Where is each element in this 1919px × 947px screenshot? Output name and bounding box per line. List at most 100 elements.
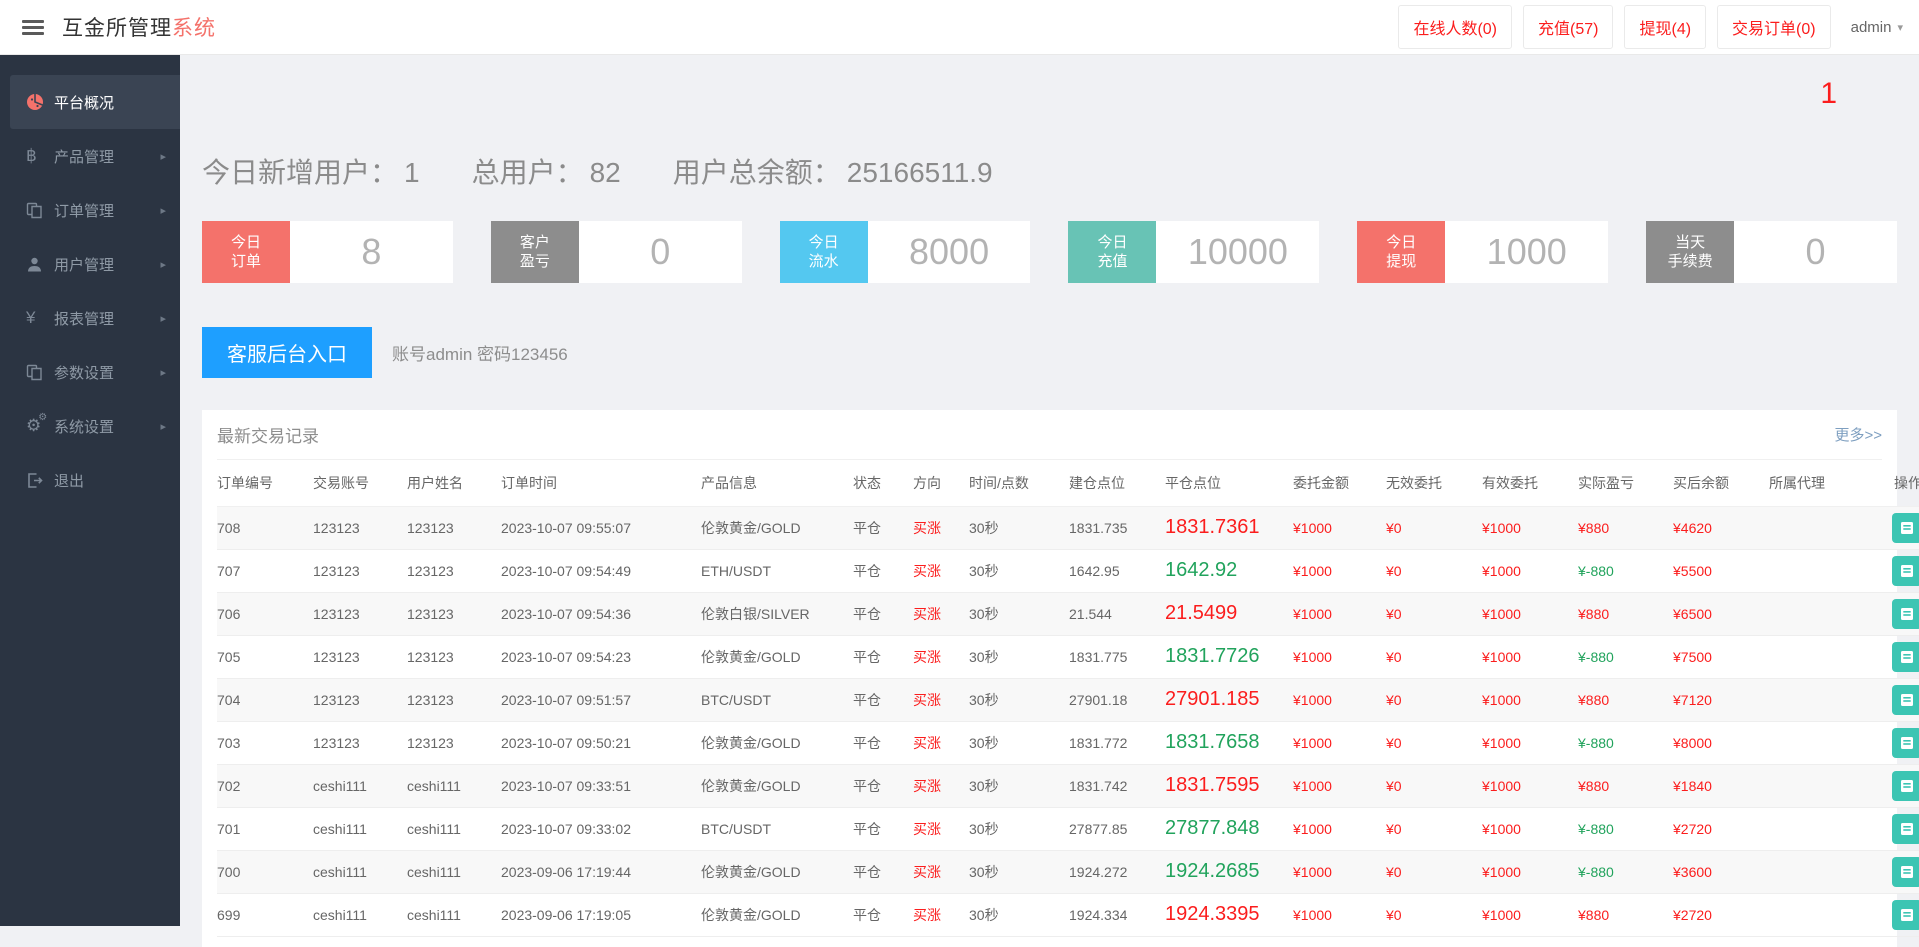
sidebar-item-7[interactable]: 退出	[0, 453, 180, 507]
order-detail-button[interactable]	[1892, 900, 1919, 930]
order-detail-button[interactable]	[1892, 857, 1919, 887]
cell-post-balance: ¥2720	[1673, 893, 1769, 936]
topbar-button-2[interactable]: 提现(4)	[1624, 5, 1706, 49]
cell-post-balance: ¥3600	[1673, 850, 1769, 893]
sidebar-item-3[interactable]: 用户管理▸	[0, 237, 180, 291]
sidebar-item-4[interactable]: ¥报表管理▸	[0, 291, 180, 345]
column-header-11: 无效委托	[1386, 460, 1482, 506]
latest-trades-panel: 最新交易记录 更多>> 订单编号交易账号用户姓名订单时间产品信息状态方向时间/点…	[202, 410, 1897, 947]
params-icon	[26, 364, 54, 381]
form-icon	[1899, 606, 1915, 622]
logout-icon	[26, 472, 54, 489]
bitcoin-icon: ฿	[26, 146, 54, 166]
chevron-right-icon: ▸	[160, 312, 166, 325]
cell-status: 平仓	[853, 678, 913, 721]
cell-post-balance: ¥7500	[1673, 635, 1769, 678]
sidebar-item-label: 平台概况	[54, 92, 114, 113]
cell-invalid-entrust: ¥0	[1386, 549, 1482, 592]
admin-dropdown[interactable]: admin ▾	[1851, 19, 1903, 36]
stat-card-label: 今日流水	[780, 221, 868, 283]
chevron-right-icon: ▸	[160, 150, 166, 163]
cell-actual-profit: ¥880	[1578, 506, 1673, 549]
cell-trade-account: ceshi111	[313, 850, 407, 893]
service-backend-button[interactable]: 客服后台入口	[202, 327, 372, 378]
cell-entrust-amount: ¥1000	[1293, 721, 1386, 764]
order-detail-button[interactable]	[1892, 642, 1919, 672]
sidebar-item-label: 系统设置	[54, 416, 114, 437]
order-detail-button[interactable]	[1892, 771, 1919, 801]
cell-close-price: 1831.7595	[1165, 764, 1293, 807]
sidebar-item-2[interactable]: 订单管理▸	[0, 183, 180, 237]
cell-close-price: 21.5499	[1165, 592, 1293, 635]
cell-entrust-amount: ¥1000	[1293, 764, 1386, 807]
order-detail-button[interactable]	[1892, 814, 1919, 844]
sidebar-item-label: 报表管理	[54, 308, 114, 329]
cell-direction: 买涨	[913, 721, 969, 764]
sidebar-item-6[interactable]: ⚙⚙系统设置▸	[0, 399, 180, 453]
user-icon	[26, 256, 54, 273]
stat-card-1: 客户盈亏0	[491, 221, 742, 283]
cell-status: 平仓	[853, 549, 913, 592]
cell-invalid-entrust: ¥0	[1386, 850, 1482, 893]
chevron-right-icon: ▸	[160, 420, 166, 433]
order-detail-button[interactable]	[1892, 599, 1919, 629]
order-detail-button[interactable]	[1892, 728, 1919, 758]
cell-agent	[1769, 807, 1866, 850]
cell-valid-entrust: ¥1000	[1482, 506, 1578, 549]
cell-user-name: 123123	[407, 721, 501, 764]
cell-status: 平仓	[853, 506, 913, 549]
cell-open-price: 1831.742	[1069, 764, 1165, 807]
topbar-button-0[interactable]: 在线人数(0)	[1398, 5, 1512, 49]
topbar-button-1[interactable]: 充值(57)	[1523, 5, 1613, 49]
cell-agent	[1769, 635, 1866, 678]
cell-close-price: 1831.7726	[1165, 635, 1293, 678]
topbar-button-3[interactable]: 交易订单(0)	[1717, 5, 1831, 49]
table-row: 7081231231231232023-10-07 09:55:07伦敦黄金/G…	[217, 506, 1919, 549]
order-detail-button[interactable]	[1892, 685, 1919, 715]
overview-stat-1: 总用户：82	[472, 151, 621, 191]
sidebar-item-5[interactable]: 参数设置▸	[0, 345, 180, 399]
chevron-right-icon: ▸	[160, 204, 166, 217]
cell-direction: 买涨	[913, 893, 969, 936]
cell-action	[1866, 764, 1919, 807]
table-row: 7051231231231232023-10-07 09:54:23伦敦黄金/G…	[217, 635, 1919, 678]
card-label-line1: 今日	[809, 233, 839, 252]
stat-card-value: 8	[290, 221, 453, 283]
cell-user-name: 123123	[407, 635, 501, 678]
column-header-6: 方向	[913, 460, 969, 506]
cell-actual-profit: ¥-880	[1578, 721, 1673, 764]
column-header-13: 实际盈亏	[1578, 460, 1673, 506]
cell-action	[1866, 850, 1919, 893]
cell-order-time: 2023-09-06 17:19:44	[501, 850, 701, 893]
cell-close-price: 1831.7658	[1165, 721, 1293, 764]
stat-card-label: 客户盈亏	[491, 221, 579, 283]
cell-agent	[1769, 678, 1866, 721]
cell-entrust-amount: ¥1000	[1293, 807, 1386, 850]
table-row: 7061231231231232023-10-07 09:54:36伦敦白银/S…	[217, 592, 1919, 635]
overview-stat-value: 1	[404, 157, 420, 188]
orders-icon	[26, 202, 54, 219]
card-label-line1: 今日	[1386, 233, 1416, 252]
form-icon	[1899, 821, 1915, 837]
sidebar-item-0[interactable]: 平台概况	[10, 75, 180, 129]
cell-direction: 买涨	[913, 549, 969, 592]
cell-direction: 买涨	[913, 635, 969, 678]
order-detail-button[interactable]	[1892, 556, 1919, 586]
menu-toggle-icon[interactable]	[22, 17, 44, 38]
sidebar-item-1[interactable]: ฿产品管理▸	[0, 129, 180, 183]
cell-user-name: ceshi111	[407, 764, 501, 807]
stat-card-label: 今日订单	[202, 221, 290, 283]
cell-order-time: 2023-09-06 17:19:05	[501, 893, 701, 936]
card-label-line2: 流水	[809, 252, 839, 271]
overview-stats: 今日新增用户：1总用户：82用户总余额：25166511.9	[202, 55, 1897, 191]
order-detail-button[interactable]	[1892, 513, 1919, 543]
cell-user-name: 123123	[407, 506, 501, 549]
stat-card-label: 今日充值	[1068, 221, 1156, 283]
cell-agent	[1769, 549, 1866, 592]
cell-duration: 30秒	[969, 850, 1069, 893]
cell-order-time: 2023-10-07 09:51:57	[501, 678, 701, 721]
cell-product-info: ETH/USDT	[701, 549, 853, 592]
cell-duration: 30秒	[969, 721, 1069, 764]
overview-stat-2: 用户总余额：25166511.9	[673, 151, 993, 191]
more-link[interactable]: 更多>>	[1834, 424, 1882, 445]
